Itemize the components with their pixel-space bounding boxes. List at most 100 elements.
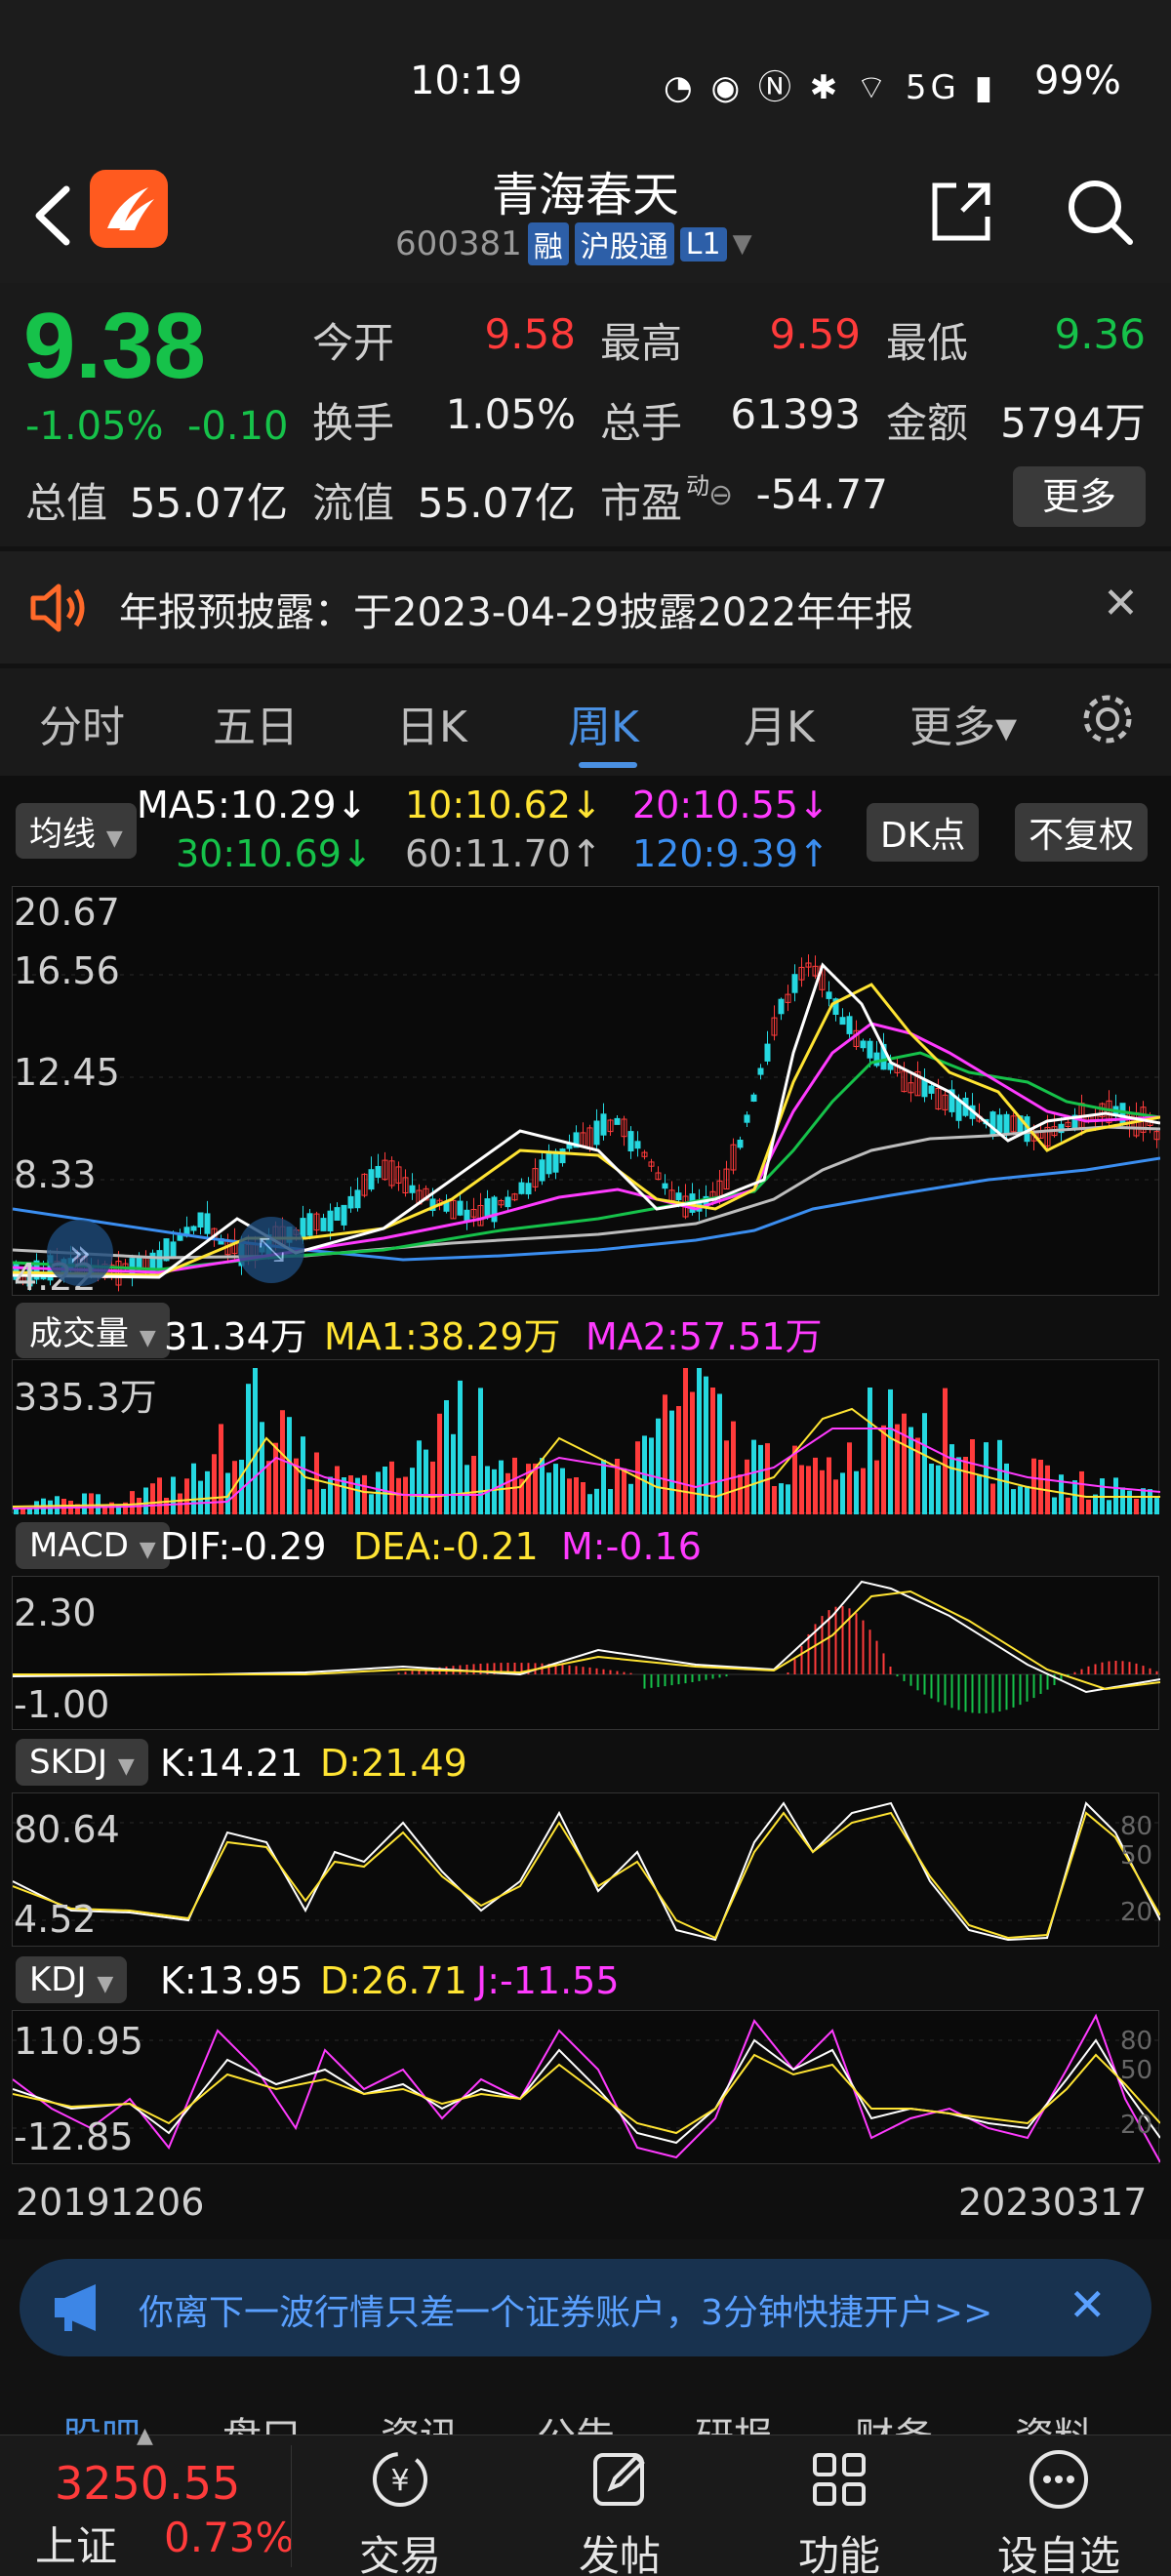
subtab-news[interactable]: 资讯	[381, 2405, 459, 2435]
info-icon[interactable]: ⊖	[708, 478, 733, 512]
macd-toggle-label: MACD	[29, 1526, 129, 1565]
price-axis-2: 12.45	[14, 1051, 120, 1094]
subtab-orderbook[interactable]: 盘口	[222, 2405, 301, 2435]
kdj-d-line	[12, 2053, 1161, 2135]
tab-weekly-k[interactable]: 周K	[568, 692, 639, 754]
close-icon[interactable]: ✕	[1069, 2278, 1107, 2331]
tab-more[interactable]: 更多▾	[909, 692, 1017, 754]
chevron-down-icon: ▼	[139, 1538, 156, 1562]
subtab-financials[interactable]: 财务	[855, 2405, 933, 2435]
macd-toggle-button[interactable]: MACD ▼	[16, 1522, 170, 1569]
kline-panel[interactable]	[12, 886, 1161, 1296]
skdj-k: K:14.21	[160, 1742, 303, 1785]
pe-dynamic-mark: 动	[686, 472, 709, 500]
index-value[interactable]: 3250.55	[55, 2457, 240, 2510]
volume-chart	[12, 1368, 1161, 1514]
status-bar: 10:19 ◔ ◉ Ⓝ ✱ ⌔ 5G ▮ 99%	[0, 0, 1171, 156]
macd-panel[interactable]	[12, 1576, 1161, 1730]
volume-bars	[14, 1368, 1159, 1514]
subtab-forum[interactable]: 股吧	[62, 2405, 141, 2435]
volume-bar	[1154, 1498, 1159, 1514]
volume-bar	[1052, 1497, 1057, 1514]
adjust-button[interactable]: 不复权	[1015, 803, 1149, 862]
subtab-announcements[interactable]: 公告	[537, 2405, 615, 2435]
more-button[interactable]: 更多	[1013, 466, 1146, 527]
volume-bar	[929, 1464, 934, 1514]
macd-chart	[12, 1580, 1161, 1713]
ma30-line	[12, 1051, 1161, 1271]
kdj-toggle-label: KDJ	[29, 1960, 87, 1999]
ma-toggle-label: 均线	[29, 815, 96, 854]
kdj-toggle-button[interactable]: KDJ ▼	[16, 1956, 128, 2003]
volume-panel[interactable]	[12, 1359, 1161, 1514]
volume-bar	[212, 1454, 217, 1514]
volume-bar	[396, 1477, 401, 1514]
add-watchlist-button[interactable]: 设自选	[971, 2445, 1147, 2576]
ma-toggle-button[interactable]: 均线 ▼	[16, 803, 137, 859]
chevron-down-icon: ▼	[139, 1326, 156, 1350]
volume-bar	[164, 1498, 169, 1514]
kdj-axis-bottom: -12.85	[14, 2115, 134, 2158]
volume-toggle-label: 成交量	[29, 1314, 129, 1353]
macd-dea: DEA:-0.21	[353, 1525, 539, 1568]
open-account-banner[interactable]: 你离下一波行情只差一个证券账户，3分钟快捷开户>> ✕	[20, 2259, 1151, 2356]
volume-bar	[321, 1488, 326, 1514]
skdj-axis-bottom: 4.52	[14, 1898, 97, 1941]
stock-name: 青海春天	[491, 168, 679, 222]
volume-bar	[854, 1470, 859, 1514]
trade-button[interactable]: ¥ 交易	[312, 2445, 488, 2576]
kdj-ref-20: 20	[1120, 2111, 1153, 2140]
volume-bar	[663, 1394, 667, 1514]
volume-bar	[1066, 1497, 1070, 1514]
notice-bar[interactable]: 年报预披露：于2023-04-29披露2022年年报 ✕	[0, 551, 1171, 664]
close-icon[interactable]: ✕	[1103, 579, 1139, 628]
volume-bar	[444, 1400, 449, 1514]
tab-five-day[interactable]: 五日	[213, 692, 299, 754]
volume-bar	[505, 1472, 510, 1514]
volume-bar	[915, 1437, 920, 1514]
search-icon[interactable]	[1064, 176, 1136, 248]
expand-icon[interactable]: ⤡	[238, 1217, 304, 1283]
kdj-panel[interactable]	[12, 2010, 1161, 2164]
edit-icon	[593, 2453, 645, 2506]
volume-bar	[287, 1417, 292, 1514]
volume-bar	[676, 1406, 681, 1514]
stock-code-line[interactable]: 600381 融 沪股通 L1 ▼	[395, 222, 752, 265]
tab-monthly-k[interactable]: 月K	[744, 692, 815, 754]
share-icon[interactable]	[927, 178, 995, 246]
speaker-icon	[30, 584, 85, 632]
info-tabs: 股吧 盘口 资讯 公告 研报 财务 资料	[0, 2376, 1171, 2435]
index-name[interactable]: 上证	[35, 2514, 117, 2573]
change-percent: -1.05%	[25, 404, 164, 449]
gear-icon[interactable]	[1078, 690, 1137, 748]
tab-intraday[interactable]: 分时	[39, 692, 125, 754]
dk-point-button[interactable]: DK点	[867, 803, 980, 862]
volume-bar	[806, 1466, 811, 1514]
volume-bar	[984, 1442, 989, 1514]
post-button[interactable]: 发帖	[532, 2445, 707, 2576]
subtab-reports[interactable]: 研报	[695, 2405, 773, 2435]
skdj-toggle-button[interactable]: SKDJ ▼	[16, 1739, 148, 1786]
volume-value: 31.34万	[164, 1315, 307, 1358]
volume-axis-top: 335.3万	[14, 1376, 157, 1419]
functions-button[interactable]: 功能	[751, 2445, 927, 2576]
volume-bar	[1134, 1499, 1139, 1514]
volume-bar	[902, 1413, 907, 1514]
status-icons: ◔ ◉ Ⓝ ✱ ⌔ 5G ▮	[664, 68, 997, 107]
label-turnover: 换手	[312, 399, 395, 447]
tab-daily-k[interactable]: 日K	[396, 692, 467, 754]
volume-bar	[779, 1483, 784, 1514]
volume-toggle-button[interactable]: 成交量 ▼	[16, 1303, 170, 1358]
skdj-panel[interactable]	[12, 1792, 1161, 1947]
volume-bar	[943, 1388, 948, 1514]
volume-bar	[594, 1488, 599, 1514]
volume-bar	[1107, 1500, 1111, 1514]
index-percent[interactable]: 0.73%	[164, 2514, 294, 2561]
chevron-up-icon[interactable]: ▲	[137, 2424, 153, 2448]
kdj-j-line	[12, 2013, 1161, 2163]
subtab-profile[interactable]: 资料	[1015, 2405, 1093, 2435]
volume-bar	[335, 1466, 340, 1514]
skdj-ref-50: 50	[1120, 1841, 1153, 1871]
volume-bar	[82, 1493, 87, 1514]
scroll-left-icon[interactable]: »	[47, 1220, 113, 1286]
